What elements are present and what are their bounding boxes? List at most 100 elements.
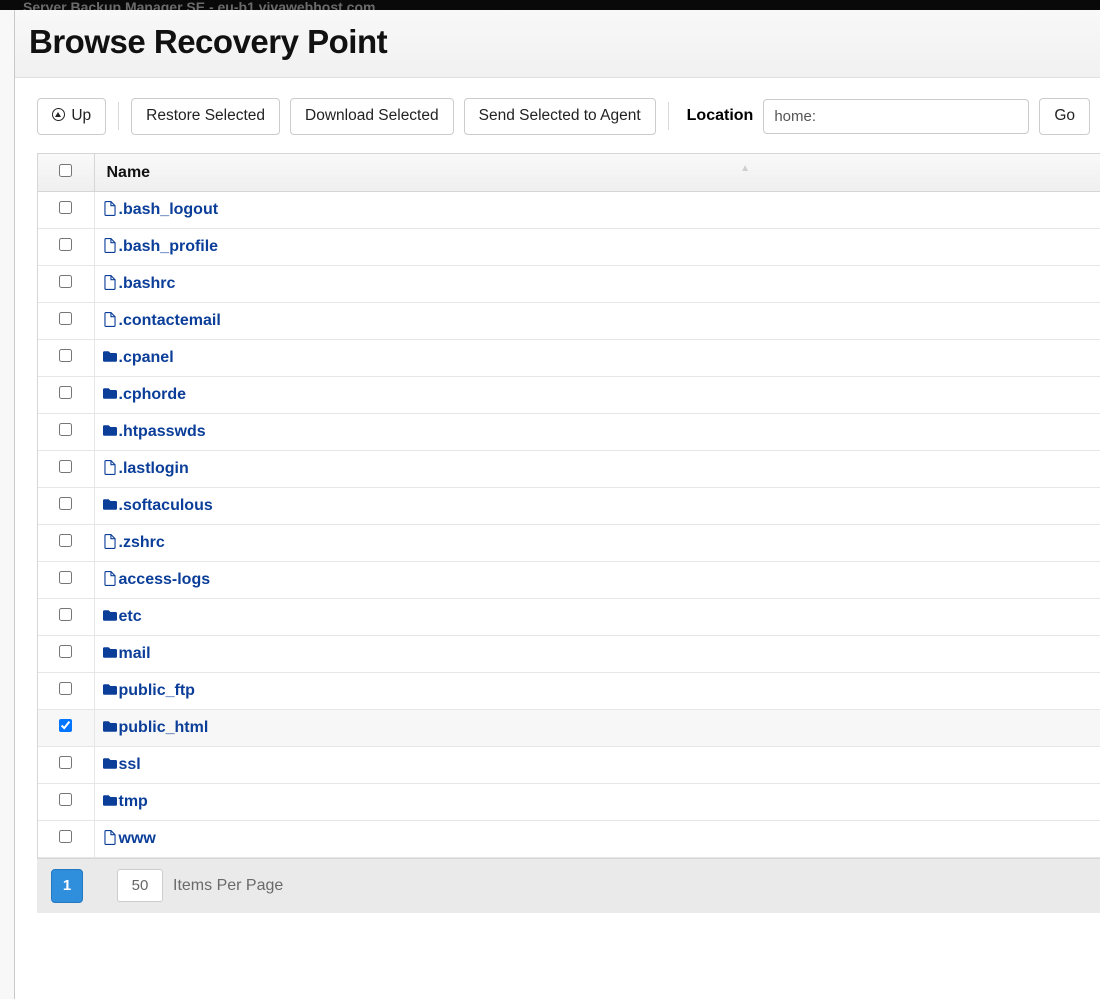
folder-icon bbox=[103, 349, 117, 364]
row-select-checkbox[interactable] bbox=[59, 423, 72, 436]
folder-link[interactable]: mail bbox=[103, 645, 151, 662]
row-name-cell: www bbox=[94, 820, 1100, 857]
table-row: .bash_logout bbox=[38, 191, 1100, 228]
file-name: .cpanel bbox=[119, 349, 174, 366]
file-link[interactable]: access-logs bbox=[103, 571, 211, 588]
row-select-checkbox[interactable] bbox=[59, 312, 72, 325]
location-label: Location bbox=[687, 107, 754, 125]
location-input[interactable] bbox=[763, 99, 1029, 134]
file-name: .zshrc bbox=[119, 534, 165, 551]
table-row: www bbox=[38, 820, 1100, 857]
file-icon bbox=[103, 534, 117, 549]
row-name-cell: access-logs bbox=[94, 561, 1100, 598]
up-button[interactable]: Up bbox=[37, 98, 106, 135]
table-row: public_ftp bbox=[38, 672, 1100, 709]
file-link[interactable]: .lastlogin bbox=[103, 460, 189, 477]
folder-icon bbox=[103, 386, 117, 401]
table-row: .bashrc bbox=[38, 265, 1100, 302]
row-name-cell: .contactemail bbox=[94, 302, 1100, 339]
send-selected-to-agent-button[interactable]: Send Selected to Agent bbox=[464, 98, 656, 135]
row-select-checkbox[interactable] bbox=[59, 497, 72, 510]
file-name: ssl bbox=[119, 756, 141, 773]
file-name: public_ftp bbox=[119, 682, 195, 699]
row-select-checkbox[interactable] bbox=[59, 608, 72, 621]
file-link[interactable]: .bash_logout bbox=[103, 201, 219, 218]
folder-icon bbox=[103, 497, 117, 512]
table-row: tmp bbox=[38, 783, 1100, 820]
row-select-checkbox[interactable] bbox=[59, 756, 72, 769]
row-select-cell bbox=[38, 672, 94, 709]
row-name-cell: .softaculous bbox=[94, 487, 1100, 524]
folder-link[interactable]: tmp bbox=[103, 793, 148, 810]
items-per-page-label: Items Per Page bbox=[173, 877, 283, 895]
file-name: .cphorde bbox=[119, 386, 187, 403]
row-select-checkbox[interactable] bbox=[59, 386, 72, 399]
arrow-up-circle-icon bbox=[52, 108, 65, 121]
row-select-checkbox[interactable] bbox=[59, 238, 72, 251]
download-selected-button[interactable]: Download Selected bbox=[290, 98, 454, 135]
name-column-header[interactable]: Name ▲ bbox=[94, 154, 1100, 192]
row-select-cell bbox=[38, 376, 94, 413]
file-icon bbox=[103, 830, 117, 845]
go-button[interactable]: Go bbox=[1039, 98, 1090, 135]
file-name: .bash_logout bbox=[119, 201, 219, 218]
row-select-checkbox[interactable] bbox=[59, 682, 72, 695]
folder-link[interactable]: public_ftp bbox=[103, 682, 195, 699]
row-select-cell bbox=[38, 524, 94, 561]
folder-link[interactable]: ssl bbox=[103, 756, 141, 773]
items-per-page-input[interactable] bbox=[117, 869, 163, 902]
table-row: public_html bbox=[38, 709, 1100, 746]
row-select-checkbox[interactable] bbox=[59, 349, 72, 362]
toolbar-divider bbox=[118, 102, 119, 130]
row-select-checkbox[interactable] bbox=[59, 534, 72, 547]
folder-link[interactable]: .cpanel bbox=[103, 349, 174, 366]
file-link[interactable]: .contactemail bbox=[103, 312, 221, 329]
row-name-cell: etc bbox=[94, 598, 1100, 635]
folder-link[interactable]: .htpasswds bbox=[103, 423, 206, 440]
file-icon bbox=[103, 312, 117, 327]
window-edge bbox=[0, 10, 14, 999]
row-select-checkbox[interactable] bbox=[59, 201, 72, 214]
row-select-checkbox[interactable] bbox=[59, 460, 72, 473]
file-name: mail bbox=[119, 645, 151, 662]
folder-link[interactable]: .cphorde bbox=[103, 386, 187, 403]
file-name: access-logs bbox=[119, 571, 211, 588]
file-link[interactable]: .zshrc bbox=[103, 534, 165, 551]
row-select-cell bbox=[38, 635, 94, 672]
table-row: .bash_profile bbox=[38, 228, 1100, 265]
restore-selected-button[interactable]: Restore Selected bbox=[131, 98, 280, 135]
row-select-checkbox[interactable] bbox=[59, 275, 72, 288]
table-row: .zshrc bbox=[38, 524, 1100, 561]
table-row: .softaculous bbox=[38, 487, 1100, 524]
page-header: Browse Recovery Point bbox=[15, 10, 1100, 78]
row-name-cell: .bashrc bbox=[94, 265, 1100, 302]
row-select-checkbox[interactable] bbox=[59, 571, 72, 584]
select-all-checkbox[interactable] bbox=[59, 164, 72, 177]
file-icon bbox=[103, 571, 117, 586]
row-select-cell bbox=[38, 561, 94, 598]
folder-link[interactable]: etc bbox=[103, 608, 142, 625]
row-select-checkbox[interactable] bbox=[59, 830, 72, 843]
file-name: .bashrc bbox=[119, 275, 176, 292]
row-name-cell: .lastlogin bbox=[94, 450, 1100, 487]
table-row: etc bbox=[38, 598, 1100, 635]
row-select-checkbox[interactable] bbox=[59, 719, 72, 732]
toolbar: Up Restore Selected Download Selected Se… bbox=[15, 78, 1100, 153]
row-select-checkbox[interactable] bbox=[59, 793, 72, 806]
table-row: ssl bbox=[38, 746, 1100, 783]
folder-link[interactable]: .softaculous bbox=[103, 497, 213, 514]
folder-link[interactable]: public_html bbox=[103, 719, 209, 736]
table-row: .contactemail bbox=[38, 302, 1100, 339]
row-select-checkbox[interactable] bbox=[59, 645, 72, 658]
row-name-cell: .htpasswds bbox=[94, 413, 1100, 450]
page-title: Browse Recovery Point bbox=[29, 23, 1100, 61]
row-select-cell bbox=[38, 302, 94, 339]
folder-icon bbox=[103, 423, 117, 438]
row-select-cell bbox=[38, 598, 94, 635]
file-link[interactable]: www bbox=[103, 830, 156, 847]
page-number-current[interactable]: 1 bbox=[51, 869, 83, 903]
file-link[interactable]: .bash_profile bbox=[103, 238, 219, 255]
file-name: www bbox=[119, 830, 156, 847]
file-link[interactable]: .bashrc bbox=[103, 275, 176, 292]
folder-icon bbox=[103, 756, 117, 771]
